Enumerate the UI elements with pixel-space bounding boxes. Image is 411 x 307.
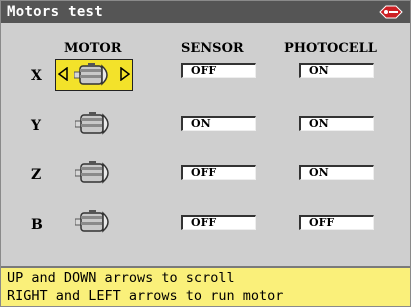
column-header-motor: MOTOR (64, 41, 122, 56)
triangle-left-icon[interactable] (58, 67, 68, 81)
sensor-status-x: OFF (181, 63, 256, 78)
photocell-status-x: ON (299, 63, 374, 78)
column-header-sensor: SENSOR (181, 41, 244, 56)
photocell-status-y: ON (299, 116, 374, 131)
axis-label-b: B (31, 217, 43, 233)
photocell-status-b: OFF (299, 215, 374, 230)
motor-icon (75, 161, 109, 184)
motors-test-screen: Motors test MOTOR SENSOR PHOTOCELL X OFF… (0, 0, 411, 307)
axis-label-x: X (31, 68, 42, 84)
help-text-line-2: RIGHT and LEFT arrows to run motor (7, 288, 284, 304)
column-header-photocell: PHOTOCELL (284, 41, 377, 56)
motor-icon (75, 210, 109, 233)
help-text-line-1: UP and DOWN arrows to scroll (7, 270, 235, 286)
title-bar: Motors test (1, 1, 410, 23)
photocell-status-z: ON (299, 165, 374, 180)
motor-icon (75, 112, 109, 135)
brand-logo-icon (379, 5, 403, 19)
axis-label-y: Y (31, 118, 41, 134)
motor-icon (74, 63, 108, 86)
triangle-right-icon[interactable] (120, 67, 130, 81)
sensor-status-b: OFF (181, 215, 256, 230)
page-title: Motors test (7, 4, 104, 20)
motor-selector-z[interactable] (75, 158, 137, 188)
sensor-status-y: ON (181, 116, 256, 131)
motor-selector-x[interactable] (55, 59, 133, 91)
motor-selector-b[interactable] (75, 207, 137, 237)
motor-selector-y[interactable] (75, 109, 137, 139)
help-bar: UP and DOWN arrows to scroll RIGHT and L… (1, 266, 410, 306)
sensor-status-z: OFF (181, 165, 256, 180)
axis-label-z: Z (31, 167, 42, 183)
